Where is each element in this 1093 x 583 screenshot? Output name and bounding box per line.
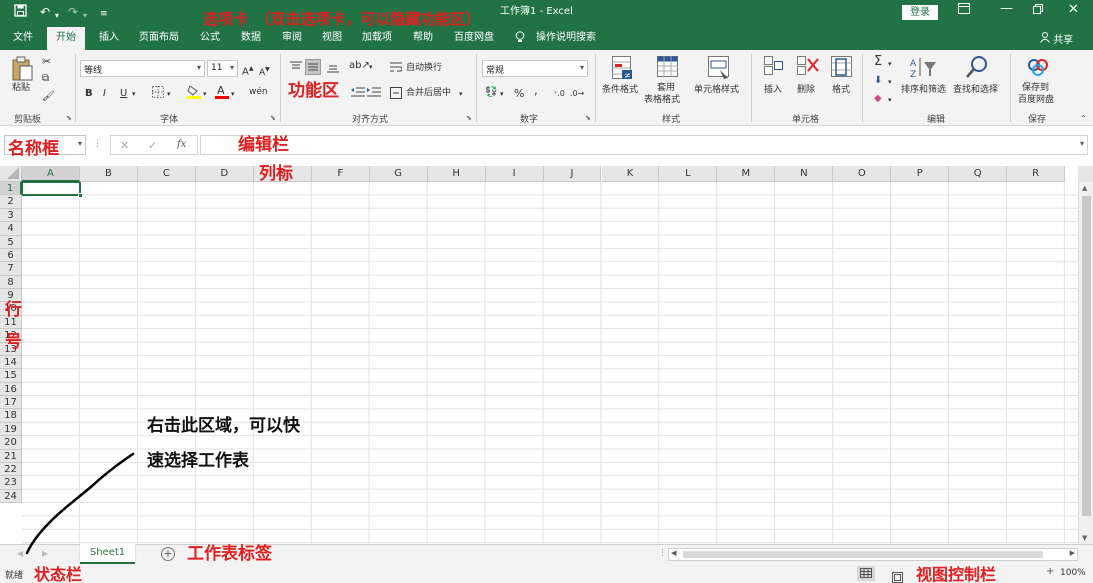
annotation-arrow (25, 452, 135, 555)
excel-window: { "titlebar": { "title": "工作簿1 - Excel",… (0, 0, 1093, 583)
